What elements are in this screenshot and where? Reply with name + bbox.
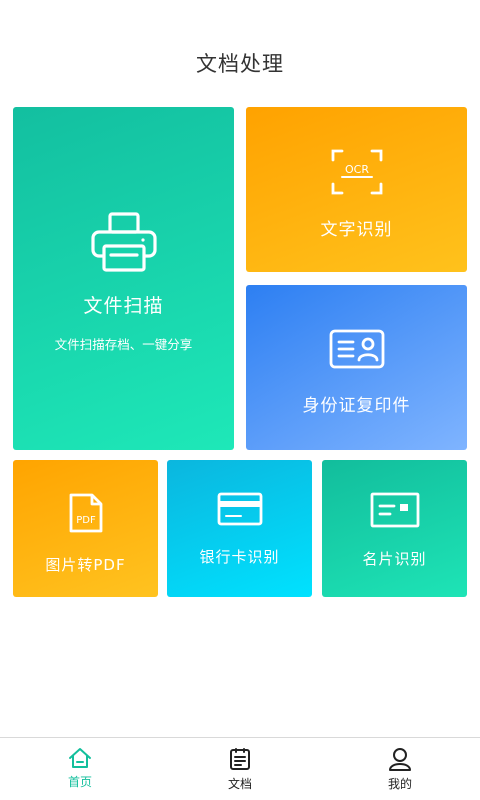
tab-documents[interactable]: 文档 [160, 738, 320, 800]
bank-card-recognition-tile[interactable]: 银行卡识别 [167, 460, 312, 597]
tab-documents-label: 文档 [227, 777, 252, 791]
id-card-icon [329, 329, 384, 369]
bottom-tab-bar: 首页 文档 我的 [0, 737, 480, 800]
user-icon [389, 748, 411, 771]
scan-tile-label: 文件扫描 [83, 295, 164, 317]
id-card-tile-label: 身份证复印件 [302, 396, 411, 416]
document-list-icon [230, 748, 250, 770]
id-card-copy-tile[interactable]: 身份证复印件 [246, 285, 467, 450]
scan-tile-subtitle: 文件扫描存档、一键分享 [54, 337, 193, 352]
pdf-icon-text: PDF [76, 515, 96, 526]
business-card-recognition-tile[interactable]: 名片识别 [322, 460, 467, 597]
text-recognition-tile[interactable]: OCR 文字识别 [246, 107, 467, 272]
tab-home[interactable]: 首页 [0, 738, 160, 800]
ocr-icon-text: OCR [345, 163, 369, 176]
bank-card-tile-label: 银行卡识别 [199, 548, 280, 566]
tab-home-label: 首页 [67, 775, 92, 789]
ocr-scan-icon: OCR [331, 149, 382, 195]
business-card-icon [370, 492, 419, 528]
pdf-tile-label: 图片转PDF [45, 556, 126, 574]
pdf-file-icon: PDF [69, 493, 102, 533]
page-title: 文档处理 [196, 52, 284, 76]
scan-document-tile[interactable]: 文件扫描 文件扫描存档、一键分享 [13, 107, 234, 450]
bank-card-icon [217, 492, 262, 526]
image-to-pdf-tile[interactable]: PDF 图片转PDF [13, 460, 158, 597]
business-card-tile-label: 名片识别 [362, 550, 427, 568]
printer-icon [90, 212, 157, 272]
ocr-tile-label: 文字识别 [320, 220, 393, 240]
home-icon [69, 748, 91, 768]
tab-profile-label: 我的 [387, 777, 412, 791]
tab-profile[interactable]: 我的 [320, 738, 480, 800]
